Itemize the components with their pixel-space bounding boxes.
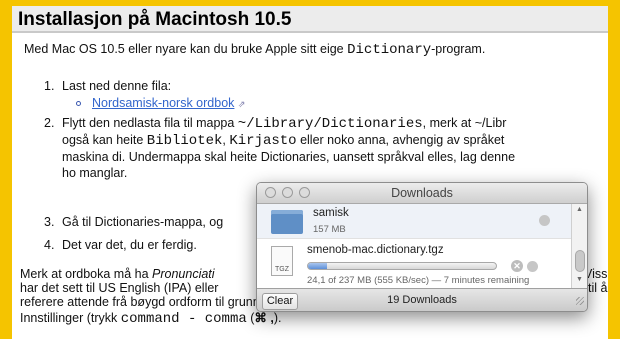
shortcut-code: command - comma xyxy=(120,311,247,327)
reveal-magnifier-icon[interactable] xyxy=(527,261,538,272)
step-4-text: Det var det, du er ferdig. xyxy=(62,238,197,252)
scroll-thumb[interactable] xyxy=(575,250,585,272)
step-1-number: 1. xyxy=(44,79,55,93)
step-2-line-3: maskina di. Undermappa skal heite Dictio… xyxy=(62,150,516,164)
intro-suffix: -program. xyxy=(431,42,486,56)
stop-download-icon[interactable]: ✕ xyxy=(511,260,523,272)
downloads-footer: Clear 19 Downloads xyxy=(257,288,587,311)
footer-line-2-tail: til å xyxy=(588,281,608,295)
command-key-icon: ⌘ , xyxy=(254,311,274,325)
download-progress-bar xyxy=(307,262,497,270)
intro-text: Med Mac OS 10.5 eller nyare kan du bruke… xyxy=(24,42,348,56)
archive-file-icon: TGZ xyxy=(271,246,293,276)
downloads-list: samisk 157 MB TGZ smenob-mac.dictionary.… xyxy=(257,204,571,288)
pronunciation-emphasis: Pronunciati xyxy=(152,267,215,281)
reveal-magnifier-icon[interactable] xyxy=(539,215,550,226)
step-2-number: 2. xyxy=(44,116,55,130)
step-2-text-tail: , merk at ~/Libr xyxy=(422,116,507,130)
paren-close: ). xyxy=(273,311,282,325)
window-title: Downloads xyxy=(391,186,453,200)
resize-grip-icon[interactable] xyxy=(576,297,584,305)
downloads-count: 19 Downloads xyxy=(387,294,457,306)
dictionary-download-link[interactable]: Nordsamisk-norsk ordbok xyxy=(92,96,234,110)
progress-fill xyxy=(308,263,328,269)
step-2-line-4: ho manglar. xyxy=(62,166,128,180)
download-size: 157 MB xyxy=(313,224,346,235)
bibliotek-code: Bibliotek xyxy=(146,133,223,149)
download-name: smenob-mac.dictionary.tgz xyxy=(307,244,444,256)
library-path-code: ~/Library/Dictionaries xyxy=(237,116,423,132)
downloads-window: Downloads samisk 157 MB TGZ smenob-mac.d… xyxy=(256,182,588,312)
step-2-text: Flytt den nedlasta fila til mappa xyxy=(62,116,238,130)
intro-code: Dictionary xyxy=(347,42,432,58)
footer-line-4-text: Innstillinger (trykk xyxy=(20,311,121,325)
step-1-text: Last ned denne fila: xyxy=(62,79,172,93)
intro-paragraph: Med Mac OS 10.5 eller nyare kan du bruke… xyxy=(24,42,485,58)
page-heading: Installasjon på Macintosh 10.5 xyxy=(12,6,608,33)
step-2-line-1: Flytt den nedlasta fila til mappa ~/Libr… xyxy=(62,116,506,132)
scroll-down-arrow-icon[interactable]: ▼ xyxy=(576,276,583,283)
file-type-label: TGZ xyxy=(275,266,289,273)
footer-line-2: har det sett til US English (IPA) eller xyxy=(20,281,219,295)
step-2-line-2-text: også kan heite xyxy=(62,133,147,147)
step-2-line-2: også kan heite Bibliotek, Kirjasto eller… xyxy=(62,133,504,149)
scroll-up-arrow-icon[interactable]: ▲ xyxy=(576,206,583,213)
bullet-icon xyxy=(76,101,81,106)
folder-icon xyxy=(271,210,303,234)
step-3-number: 3. xyxy=(44,215,55,229)
footer-line-1: Merk at ordboka må ha Pronunciati xyxy=(20,267,215,282)
step-4-number: 4. xyxy=(44,238,55,252)
step-3-text: Gå til Dictionaries-mappa, og xyxy=(62,215,224,229)
download-item[interactable]: samisk 157 MB xyxy=(257,204,571,239)
download-name: samisk xyxy=(313,207,349,219)
footer-text: Merk at ordboka må ha xyxy=(20,267,153,281)
vertical-scrollbar[interactable]: ▲ ▼ xyxy=(571,204,587,288)
footer-line-4: Innstillinger (trykk command - comma (⌘ … xyxy=(20,311,282,327)
kirjasto-code: Kirjasto xyxy=(229,133,297,149)
window-titlebar[interactable]: Downloads xyxy=(257,183,587,204)
step-2-line-2-tail: eller noko anna, avhengig av språket xyxy=(296,133,505,147)
external-link-icon: ⇗ xyxy=(237,99,246,109)
download-status: 24,1 of 237 MB (555 KB/sec) — 7 minutes … xyxy=(307,275,530,286)
download-link-row: Nordsamisk-norsk ordbok ⇗ xyxy=(92,96,245,112)
